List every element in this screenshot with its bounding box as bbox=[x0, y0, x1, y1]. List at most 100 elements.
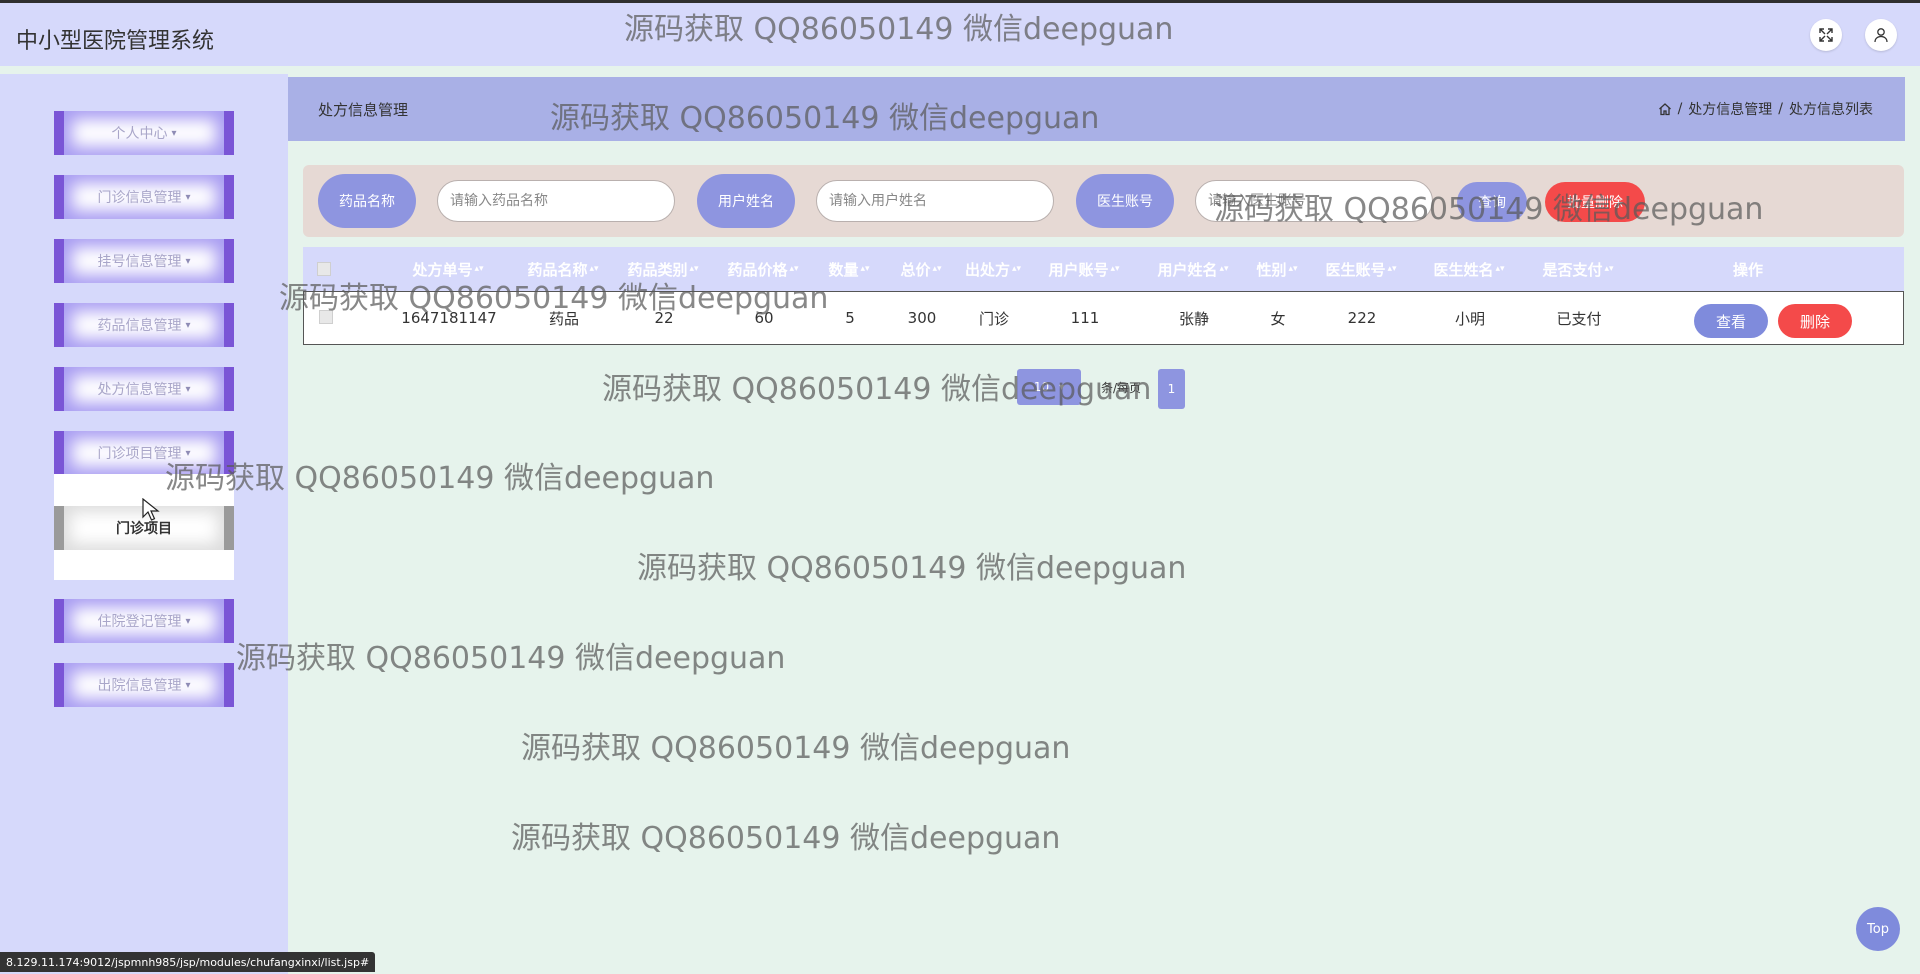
caret-down-icon: ▾ bbox=[185, 615, 191, 627]
sidebar-item-outpatient-project[interactable]: 门诊项目管理 ▾ bbox=[54, 431, 234, 475]
sidebar-item-label: 处方信息管理 bbox=[97, 382, 182, 398]
sort-icon: ▴▾ bbox=[932, 264, 942, 274]
cell-gender: 女 bbox=[1270, 309, 1286, 328]
cell-medicine-price: 60 bbox=[754, 309, 774, 327]
sort-icon: ▴▾ bbox=[1110, 264, 1120, 274]
column-header[interactable]: 药品类别 ▴▾ bbox=[613, 247, 713, 291]
query-button[interactable]: 查询 bbox=[1457, 182, 1527, 222]
search-label-medicine-name: 药品名称 bbox=[318, 174, 416, 228]
app-title: 中小型医院管理系统 bbox=[16, 29, 215, 54]
breadcrumb: / 处方信息管理 / 处方信息列表 bbox=[1658, 99, 1873, 119]
batch-delete-button[interactable]: 批量删除 bbox=[1545, 182, 1645, 222]
column-header[interactable]: 性别 ▴▾ bbox=[1247, 247, 1307, 291]
column-header[interactable]: 药品价格 ▴▾ bbox=[713, 247, 813, 291]
column-header-label: 处方单号 bbox=[412, 260, 473, 279]
page-size-value: 10 bbox=[1033, 380, 1050, 394]
breadcrumb-separator: / bbox=[1778, 101, 1783, 117]
cell-total-price: 300 bbox=[907, 309, 937, 327]
watermark-text: 源码获取 QQ86050149 微信deepguan bbox=[521, 731, 1071, 766]
prescription-table: 处方单号 ▴▾ 药品名称 ▴▾ 药品类别 ▴▾ 药品价格 ▴▾ 数量 ▴▾ 总价 ▴▾ 出处… bbox=[303, 247, 1904, 347]
page-header: 处方信息管理 / 处方信息管理 / 处方信息列表 bbox=[288, 77, 1905, 141]
column-header-label: 药品价格 bbox=[727, 260, 788, 279]
column-header-label: 药品类别 bbox=[627, 260, 688, 279]
watermark-text: 源码获取 QQ86050149 微信deepguan bbox=[511, 821, 1061, 856]
search-label-doctor-account: 医生账号 bbox=[1076, 174, 1174, 228]
sort-icon: ▴▾ bbox=[1495, 264, 1505, 274]
sidebar-item-discharge[interactable]: 出院信息管理 ▾ bbox=[54, 663, 234, 707]
browser-status-url: 8.129.11.174:9012/jspmnh985/jsp/modules/… bbox=[0, 952, 376, 972]
sort-icon: ▴▾ bbox=[474, 264, 484, 274]
cell-user-name: 张静 bbox=[1178, 309, 1209, 328]
column-header[interactable]: 用户账号 ▴▾ bbox=[1029, 247, 1139, 291]
cell-payment-status: 已支付 bbox=[1556, 309, 1602, 328]
sidebar-item-label: 个人中心 bbox=[111, 126, 168, 142]
sidebar-item-personal-center[interactable]: 个人中心 ▾ bbox=[54, 111, 234, 155]
sidebar-item-medicine[interactable]: 药品信息管理 ▾ bbox=[54, 303, 234, 347]
page-size-label: 条/每页 bbox=[1101, 381, 1142, 395]
sidebar-item-label: 门诊信息管理 bbox=[97, 190, 182, 206]
sort-icon: ▴▾ bbox=[589, 264, 599, 274]
column-header[interactable]: 总价 ▴▾ bbox=[885, 247, 957, 291]
select-all-checkbox[interactable] bbox=[317, 262, 331, 276]
column-header[interactable]: 数量 ▴▾ bbox=[813, 247, 885, 291]
sort-icon: ▴▾ bbox=[1219, 264, 1229, 274]
breadcrumb-item-list: 处方信息列表 bbox=[1789, 102, 1873, 118]
cell-medicine-category: 22 bbox=[654, 309, 674, 327]
column-header-label: 数量 bbox=[828, 260, 859, 279]
caret-down-icon: ▾ bbox=[185, 255, 191, 267]
doctor-account-input[interactable] bbox=[1195, 180, 1433, 222]
column-header-label: 性别 bbox=[1256, 260, 1287, 279]
column-header[interactable]: 处方单号 ▴▾ bbox=[383, 247, 513, 291]
column-header[interactable]: 出处方 ▴▾ bbox=[957, 247, 1029, 291]
column-header[interactable]: 药品名称 ▴▾ bbox=[513, 247, 613, 291]
sort-icon: ▴▾ bbox=[1604, 264, 1614, 274]
medicine-name-input[interactable] bbox=[437, 180, 675, 222]
page-size-select[interactable]: 10 ▾ bbox=[1017, 369, 1081, 405]
user-avatar-button[interactable] bbox=[1865, 19, 1897, 51]
back-to-top-button[interactable]: Top bbox=[1856, 907, 1900, 951]
chevron-down-icon: ▾ bbox=[1059, 381, 1065, 393]
sidebar-item-inpatient-registration[interactable]: 住院登记管理 ▾ bbox=[54, 599, 234, 643]
home-icon[interactable] bbox=[1658, 102, 1672, 116]
cell-medicine-name: 药品 bbox=[548, 309, 579, 328]
column-header[interactable]: 是否支付 ▴▾ bbox=[1523, 247, 1633, 291]
sidebar-item-label: 药品信息管理 bbox=[97, 318, 182, 334]
sort-icon: ▴▾ bbox=[689, 264, 699, 274]
caret-down-icon: ▾ bbox=[171, 127, 177, 139]
cell-user-account: 111 bbox=[1070, 309, 1100, 327]
column-header[interactable]: 医生姓名 ▴▾ bbox=[1415, 247, 1523, 291]
mouse-cursor-icon bbox=[142, 498, 160, 521]
fullscreen-button[interactable] bbox=[1810, 19, 1842, 51]
sidebar-item-prescription[interactable]: 处方信息管理 ▾ bbox=[54, 367, 234, 411]
sidebar-item-registration[interactable]: 挂号信息管理 ▾ bbox=[54, 239, 234, 283]
table-row: 1647181147 药品 22 60 5 300 门诊 111 张静 女 22… bbox=[303, 291, 1904, 345]
sort-icon: ▴▾ bbox=[789, 264, 799, 274]
table-header: 处方单号 ▴▾ 药品名称 ▴▾ 药品类别 ▴▾ 药品价格 ▴▾ 数量 ▴▾ 总价 ▴▾ 出处… bbox=[303, 247, 1904, 291]
column-header-label: 总价 bbox=[900, 260, 931, 279]
sort-icon: ▴▾ bbox=[860, 264, 870, 274]
cell-doctor-name: 小明 bbox=[1454, 309, 1485, 328]
caret-down-icon: ▾ bbox=[185, 383, 191, 395]
row-checkbox[interactable] bbox=[319, 310, 333, 324]
caret-down-icon: ▾ bbox=[185, 319, 191, 331]
sidebar-item-label: 住院登记管理 bbox=[97, 614, 182, 630]
user-name-input[interactable] bbox=[816, 180, 1054, 222]
breadcrumb-item-prescription[interactable]: 处方信息管理 bbox=[1688, 99, 1772, 119]
caret-down-icon: ▾ bbox=[185, 191, 191, 203]
delete-button[interactable]: 删除 bbox=[1778, 304, 1852, 338]
expand-icon bbox=[1819, 28, 1833, 42]
column-header[interactable]: 用户姓名 ▴▾ bbox=[1139, 247, 1247, 291]
sidebar-item-label: 门诊项目管理 bbox=[97, 446, 182, 462]
view-button[interactable]: 查看 bbox=[1694, 304, 1768, 338]
sort-icon: ▴▾ bbox=[1288, 264, 1298, 274]
search-label-user-name: 用户姓名 bbox=[697, 174, 795, 228]
column-header-label: 药品名称 bbox=[527, 260, 588, 279]
column-header-label: 是否支付 bbox=[1542, 260, 1603, 279]
cell-prescription-source: 门诊 bbox=[978, 309, 1009, 328]
page-number-button[interactable]: 1 bbox=[1158, 369, 1185, 409]
sidebar-item-label: 挂号信息管理 bbox=[97, 254, 182, 270]
page-title: 处方信息管理 bbox=[318, 101, 409, 119]
column-header[interactable]: 医生账号 ▴▾ bbox=[1307, 247, 1415, 291]
sidebar-item-outpatient-info[interactable]: 门诊信息管理 ▾ bbox=[54, 175, 234, 219]
column-header-label: 医生账号 bbox=[1325, 260, 1386, 279]
